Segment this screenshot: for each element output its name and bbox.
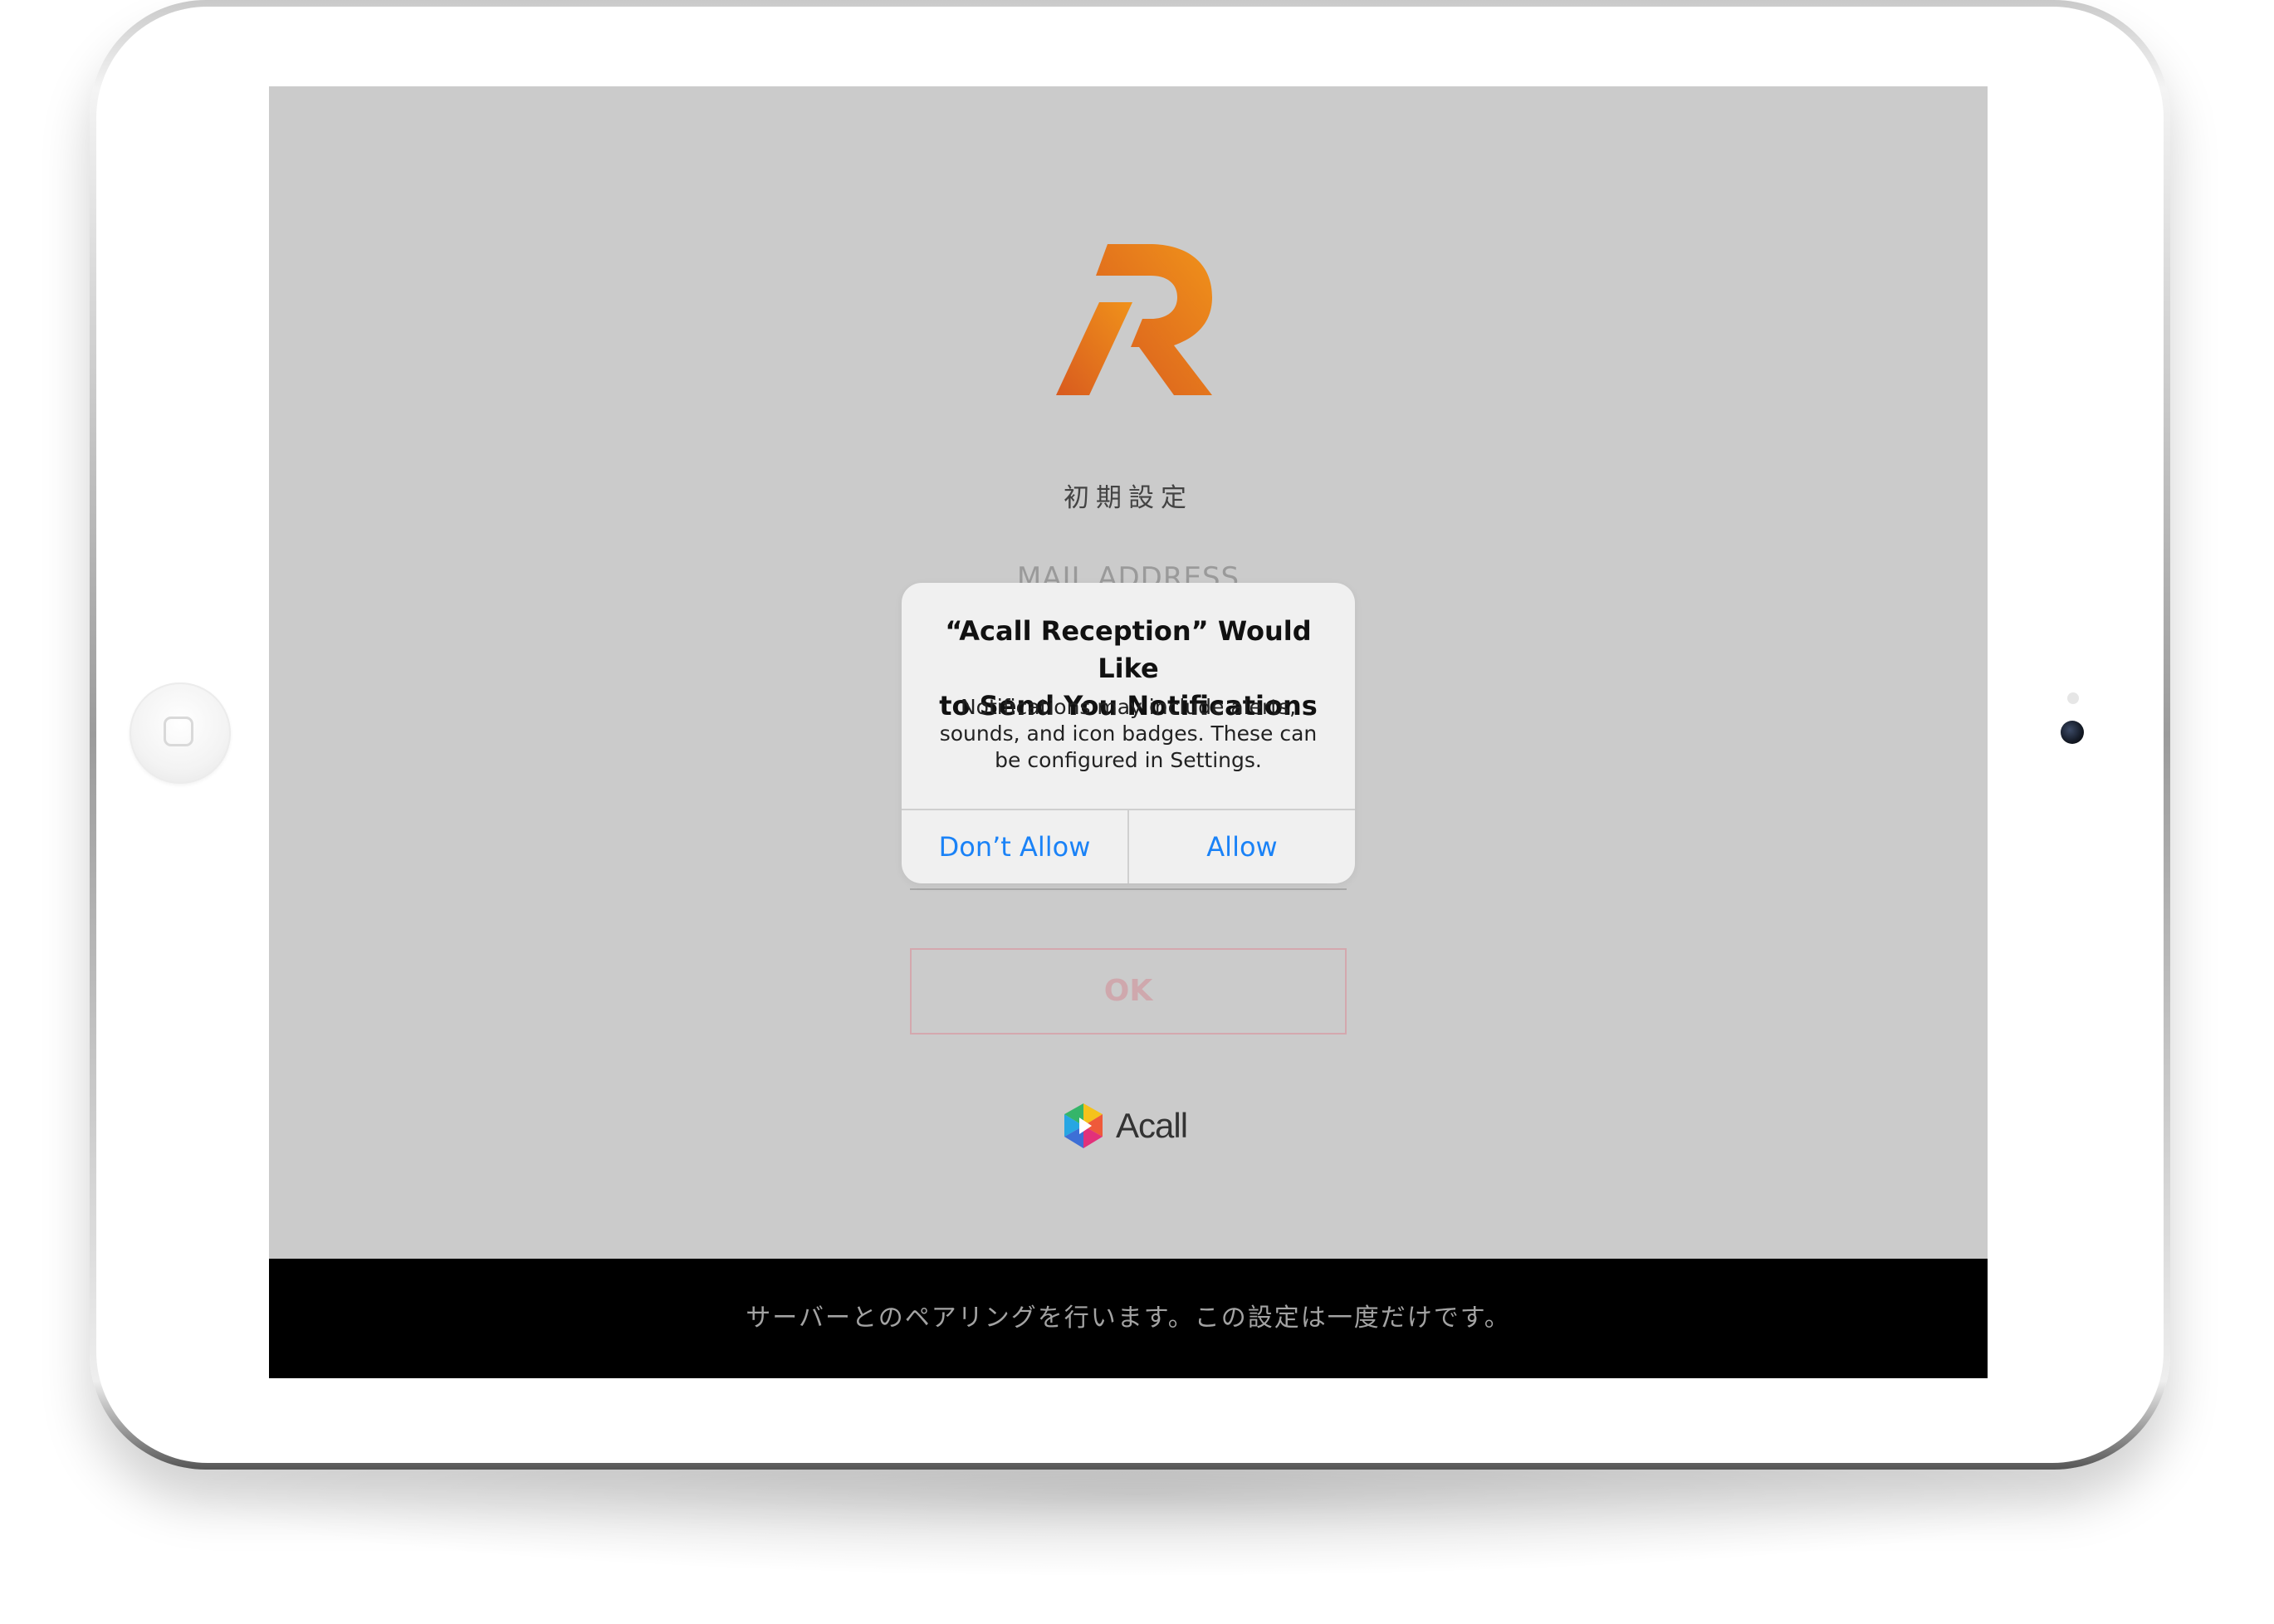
- home-button-icon[interactable]: [130, 682, 231, 784]
- logo-r-stem: [1056, 302, 1132, 395]
- acall-hexagon-logo-icon: [1064, 1103, 1103, 1148]
- ok-button[interactable]: OK: [910, 948, 1347, 1035]
- alert-message-line-3: be configured in Settings.: [995, 748, 1262, 772]
- notification-permission-alert: “Acall Reception” Would Like to Send You…: [902, 583, 1355, 883]
- page-title: 初期設定: [1064, 483, 1193, 513]
- home-button-square: [164, 717, 193, 746]
- front-camera-icon: [2061, 721, 2084, 744]
- footer-info-bar: サーバーとのペアリングを行います。この設定は一度だけです。: [269, 1259, 1988, 1378]
- dont-allow-button[interactable]: Don’t Allow: [902, 810, 1127, 883]
- allow-button[interactable]: Allow: [1129, 810, 1355, 883]
- proximity-sensor-icon: [2067, 692, 2079, 704]
- brand-name: Acall: [1116, 1106, 1188, 1145]
- alert-message: Notifications may include alerts, sounds…: [935, 694, 1322, 774]
- alert-title-line-1: “Acall Reception” Would Like: [945, 615, 1312, 684]
- device-mockup-stage: 初期設定 MAIL ADDRESS OK Acall サーバーとのペアリングを行…: [0, 0, 2274, 1624]
- acall-reception-r-logo-icon: [1056, 244, 1212, 395]
- app-screen: 初期設定 MAIL ADDRESS OK Acall サーバーとのペアリングを行…: [269, 86, 1988, 1378]
- alert-message-line-2: sounds, and icon badges. These can: [939, 722, 1318, 746]
- mail-address-input-underline[interactable]: [910, 888, 1347, 890]
- alert-message-line-1: Notifications may include alerts,: [960, 695, 1297, 719]
- acall-brand: Acall: [1059, 1101, 1188, 1151]
